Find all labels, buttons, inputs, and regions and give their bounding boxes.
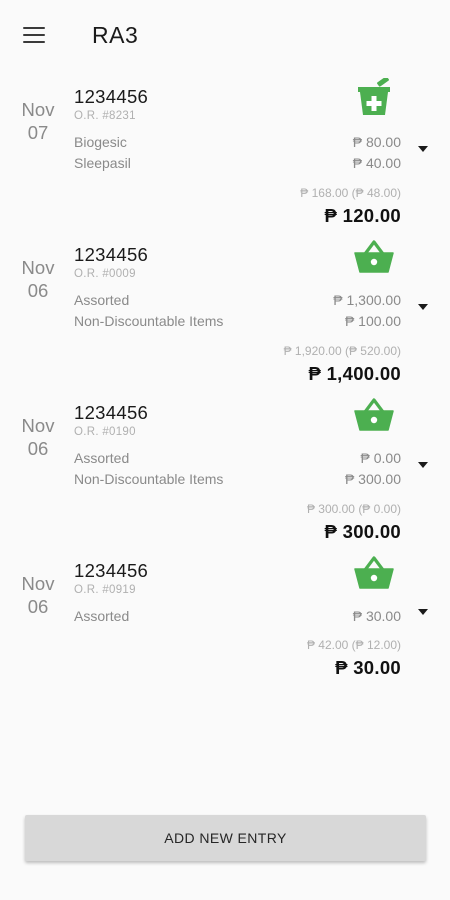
entry-subtotal: ₱ 300.00 (₱ 0.00) <box>306 502 401 516</box>
grocery-basket-icon <box>354 556 394 589</box>
app-title: RA3 <box>92 22 139 48</box>
grocery-basket-icon <box>354 240 394 273</box>
item-price: ₱ 40.00 <box>352 154 401 171</box>
entry-total: ₱ 30.00 <box>335 657 401 678</box>
item-price: ₱ 1,300.00 <box>333 292 401 308</box>
app-bar: RA3 <box>0 0 450 72</box>
item-row: Assorted ₱ 1,300.00 <box>74 292 401 313</box>
entry-date-day: 06 <box>27 596 49 617</box>
expand-arrow-icon[interactable] <box>418 304 428 310</box>
entry-or-number: O.R. #0190 <box>74 426 136 438</box>
add-new-entry-button[interactable]: ADD NEW ENTRY <box>25 815 426 861</box>
item-row: Assorted ₱ 0.00 <box>74 450 401 471</box>
item-name: Sleepasil <box>74 154 131 171</box>
item-price: ₱ 100.00 <box>344 312 401 329</box>
entry-items: Assorted ₱ 30.00 <box>74 608 401 629</box>
entry-items: Biogesic ₱ 80.00 Sleepasil ₱ 40.00 <box>74 134 401 175</box>
item-name: Non-Discountable Items <box>74 470 224 487</box>
item-name: Non-Discountable Items <box>74 312 224 329</box>
entry-or-main: 1234456 <box>74 244 149 265</box>
entry-subtotal: ₱ 42.00 (₱ 12.00) <box>306 638 401 652</box>
entry-subtotal: ₱ 1,920.00 (₱ 520.00) <box>283 344 401 358</box>
item-row: Assorted ₱ 30.00 <box>74 608 401 629</box>
entry-date-month: Nov <box>21 573 55 594</box>
entry-or-main: 1234456 <box>74 86 149 107</box>
entry-items: Assorted ₱ 1,300.00 Non-Discountable Ite… <box>74 292 401 333</box>
item-row: Non-Discountable Items ₱ 100.00 <box>74 313 401 334</box>
entry-total: ₱ 1,400.00 <box>308 363 401 384</box>
item-row: Non-Discountable Items ₱ 300.00 <box>74 471 401 492</box>
entry-or-number: O.R. #8231 <box>74 110 136 122</box>
entry-date-day: 06 <box>27 438 49 459</box>
expand-arrow-icon[interactable] <box>418 462 428 468</box>
entry-total: ₱ 120.00 <box>324 205 401 226</box>
entry-date-day: 06 <box>27 280 49 301</box>
entry-subtotal: ₱ 168.00 (₱ 48.00) <box>300 186 401 200</box>
entry-items: Assorted ₱ 0.00 Non-Discountable Items ₱… <box>74 450 401 491</box>
item-name: Assorted <box>74 608 130 624</box>
entry-total: ₱ 300.00 <box>324 521 401 542</box>
entry-date-month: Nov <box>21 257 55 278</box>
entry-or-main: 1234456 <box>74 560 149 581</box>
entry-date-day: 07 <box>27 122 49 143</box>
expand-arrow-icon[interactable] <box>418 609 428 615</box>
entry-date-month: Nov <box>21 99 55 120</box>
item-row: Biogesic ₱ 80.00 <box>74 134 401 155</box>
entry-date: Nov 06 <box>0 256 76 302</box>
item-name: Assorted <box>74 450 130 466</box>
item-price: ₱ 30.00 <box>352 608 401 624</box>
expand-arrow-icon[interactable] <box>418 146 428 152</box>
entry-date: Nov 06 <box>0 414 76 460</box>
entry-or-number: O.R. #0919 <box>74 584 136 596</box>
entry-or-number: O.R. #0009 <box>74 268 136 280</box>
entry-card[interactable]: Nov 07 1234456 O.R. #8231 Biogesic ₱ 80.… <box>0 78 450 228</box>
item-price: ₱ 0.00 <box>360 450 401 466</box>
pharmacy-icon <box>358 78 390 115</box>
entry-date: Nov 06 <box>0 572 76 618</box>
entry-card[interactable]: Nov 06 1234456 O.R. #0009 Assorted ₱ 1,3… <box>0 236 450 386</box>
grocery-basket-icon <box>354 398 394 431</box>
item-price: ₱ 300.00 <box>344 470 401 487</box>
entry-date-month: Nov <box>21 415 55 436</box>
entry-or-main: 1234456 <box>74 402 149 423</box>
item-row: Sleepasil ₱ 40.00 <box>74 155 401 176</box>
item-name: Assorted <box>74 292 130 308</box>
hamburger-menu-icon[interactable] <box>22 24 48 46</box>
item-price: ₱ 80.00 <box>352 134 401 150</box>
item-name: Biogesic <box>74 134 127 150</box>
entry-card[interactable]: Nov 06 1234456 O.R. #0919 Assorted ₱ 30.… <box>0 552 450 702</box>
entry-card[interactable]: Nov 06 1234456 O.R. #0190 Assorted ₱ 0.0… <box>0 394 450 544</box>
entry-date: Nov 07 <box>0 98 76 144</box>
